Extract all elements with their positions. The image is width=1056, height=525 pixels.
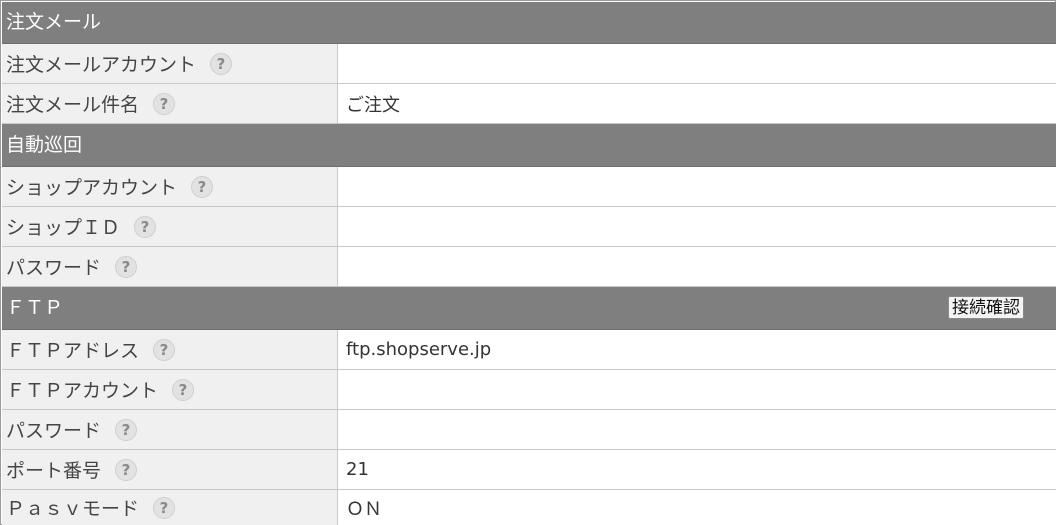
help-icon[interactable]: ?	[153, 338, 176, 361]
help-icon[interactable]: ?	[191, 175, 214, 198]
field-value-shop-account	[338, 167, 1056, 206]
field-row-ftp-account: ＦＴＰアカウント ?	[2, 370, 1056, 410]
help-icon[interactable]: ?	[172, 378, 195, 401]
field-label-cell: ＦＴＰアカウント ?	[2, 370, 338, 409]
section-title-auto-patrol: 自動巡回	[6, 133, 83, 156]
field-row-pasv-mode: Ｐａｓｖモード ? ＯＮ	[2, 490, 1056, 525]
field-row-shop-password: パスワード ?	[2, 247, 1056, 287]
field-label-port-number: ポート番号	[6, 460, 102, 482]
field-label-order-mail-account: 注文メールアカウント	[6, 54, 197, 76]
field-value-ftp-account	[338, 370, 1056, 409]
field-value-order-mail-account	[338, 44, 1056, 83]
field-value-pasv-mode: ＯＮ	[346, 498, 382, 520]
field-label-shop-account: ショップアカウント	[6, 177, 178, 199]
help-icon[interactable]: ?	[153, 496, 176, 519]
help-icon[interactable]: ?	[153, 92, 176, 115]
help-icon[interactable]: ?	[210, 52, 233, 75]
section-auto-patrol: 自動巡回	[2, 124, 1056, 167]
section-title-ftp: ＦＴＰ	[6, 296, 64, 319]
section-order-mail: 注文メール	[2, 2, 1056, 44]
section-ftp: ＦＴＰ 接続確認	[2, 287, 1056, 330]
field-label-cell: ＦＴＰアドレス ?	[2, 330, 338, 369]
help-icon[interactable]: ?	[115, 458, 138, 481]
field-row-order-mail-subject: 注文メール件名 ? ご注文	[2, 84, 1056, 124]
field-label-cell: パスワード ?	[2, 247, 338, 286]
field-label-cell: ポート番号 ?	[2, 450, 338, 489]
settings-panel: 注文メール 注文メールアカウント ? 注文メール件名 ? ご注文 自動巡回 ショ…	[0, 0, 1056, 525]
field-label-shop-id: ショップＩＤ	[6, 217, 121, 239]
field-row-port-number: ポート番号 ? 21	[2, 450, 1056, 490]
field-label-cell: 注文メールアカウント ?	[2, 44, 338, 83]
field-row-ftp-address: ＦＴＰアドレス ? ftp.shopserve.jp	[2, 330, 1056, 370]
field-value-ftp-address: ftp.shopserve.jp	[346, 339, 492, 360]
field-row-shop-id: ショップＩＤ ?	[2, 207, 1056, 247]
field-label-cell: 注文メール件名 ?	[2, 84, 338, 123]
help-icon[interactable]: ?	[134, 215, 157, 238]
help-icon[interactable]: ?	[115, 255, 138, 278]
help-icon[interactable]: ?	[115, 418, 138, 441]
field-value-ftp-password	[338, 410, 1056, 449]
field-value-order-mail-subject: ご注文	[346, 94, 400, 116]
field-label-shop-password: パスワード	[6, 257, 102, 279]
field-label-pasv-mode: Ｐａｓｖモード	[6, 498, 140, 520]
section-title-order-mail: 注文メール	[6, 11, 102, 33]
field-label-ftp-account: ＦＴＰアカウント	[6, 380, 159, 402]
field-label-cell: パスワード ?	[2, 410, 338, 449]
field-label-ftp-password: パスワード	[6, 420, 102, 442]
field-value-port-number: 21	[346, 459, 369, 480]
field-row-shop-account: ショップアカウント ?	[2, 167, 1056, 207]
field-value-shop-id	[338, 207, 1056, 246]
field-label-order-mail-subject: 注文メール件名	[6, 94, 140, 116]
field-label-cell: ショップＩＤ ?	[2, 207, 338, 246]
field-row-ftp-password: パスワード ?	[2, 410, 1056, 450]
connection-test-button[interactable]: 接続確認	[948, 296, 1024, 319]
field-row-order-mail-account: 注文メールアカウント ?	[2, 44, 1056, 84]
field-label-cell: Ｐａｓｖモード ?	[2, 490, 338, 525]
field-label-ftp-address: ＦＴＰアドレス	[6, 340, 140, 362]
field-value-shop-password	[338, 247, 1056, 286]
field-label-cell: ショップアカウント ?	[2, 167, 338, 206]
